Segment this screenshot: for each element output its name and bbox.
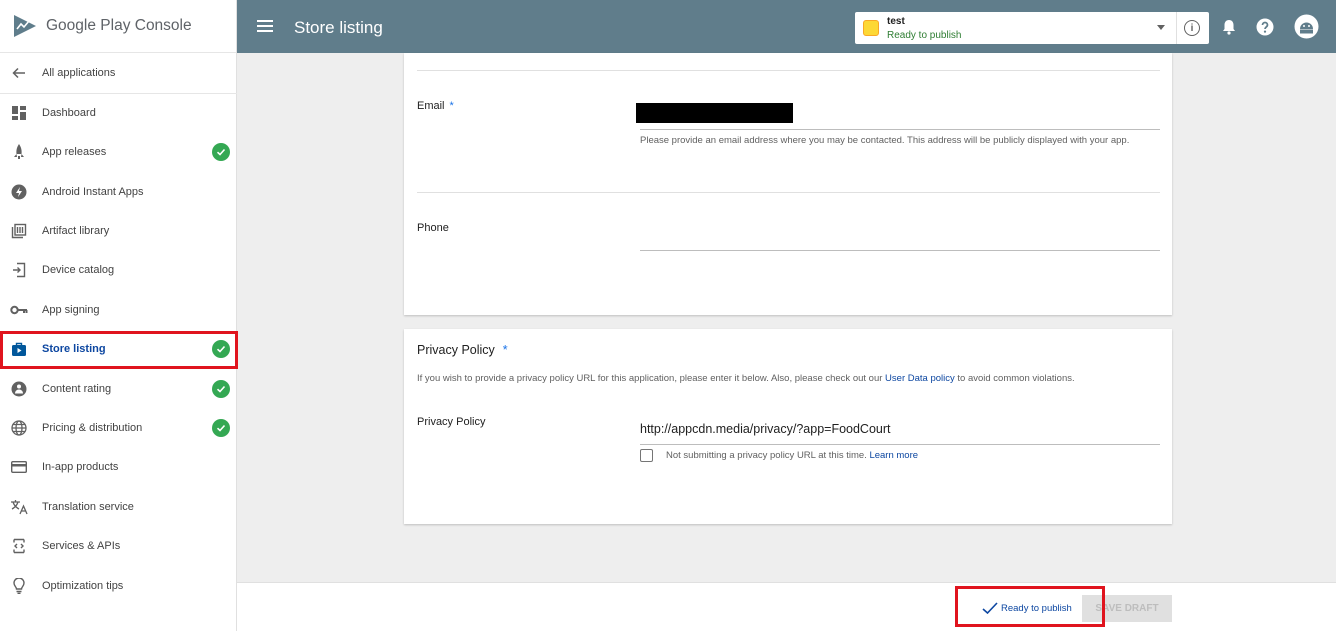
checkbox-label-text: Not submitting a privacy policy URL at t… (666, 450, 867, 461)
device-icon (10, 261, 28, 279)
privacy-description-text: If you wish to provide a privacy policy … (417, 373, 886, 384)
brand-header[interactable]: Google Play Console (0, 0, 236, 53)
app-name: test (887, 16, 905, 27)
sidebar-item-label: Android Instant Apps (42, 186, 144, 198)
privacy-policy-field-label: Privacy Policy (417, 416, 486, 428)
email-hint: Please provide an email address where yo… (640, 135, 1130, 146)
email-field-underline (640, 129, 1160, 130)
card-icon (10, 458, 28, 476)
app-thumbnail-icon (863, 20, 879, 36)
sidebar-item-label: Dashboard (42, 107, 96, 119)
privacy-policy-card: Privacy Policy * If you wish to provide a… (404, 329, 1172, 524)
selector-divider (1176, 12, 1177, 44)
sidebar-item-label: Optimization tips (42, 580, 124, 592)
privacy-url-underline (640, 444, 1160, 445)
sidebar-item-in-app-products[interactable]: In-app products (0, 449, 237, 485)
dashboard-icon (10, 104, 28, 122)
sidebar-item-pricing-distribution[interactable]: Pricing & distribution (0, 410, 237, 446)
privacy-policy-title: Privacy Policy * (417, 343, 508, 357)
account-avatar-icon[interactable] (1294, 14, 1319, 39)
translate-icon (10, 498, 28, 516)
bolt-icon (10, 183, 28, 201)
sidebar-item-label: In-app products (42, 461, 119, 473)
page-title: Store listing (294, 18, 383, 37)
sidebar-item-app-releases[interactable]: App releases (0, 134, 237, 170)
content-rating-icon (10, 380, 28, 398)
privacy-description-text-end: to avoid common violations. (954, 373, 1075, 384)
chevron-down-icon[interactable] (1157, 25, 1165, 30)
bulb-icon (10, 577, 28, 595)
required-asterisk: * (502, 343, 508, 357)
sidebar-item-label: App releases (42, 146, 107, 158)
sidebar-item-artifact-library[interactable]: Artifact library (0, 213, 237, 249)
sidebar-item-store-listing[interactable]: Store listing (0, 331, 237, 367)
play-console-logo-icon (14, 15, 36, 37)
sidebar: Google Play Console All applications Das… (0, 0, 238, 631)
email-input-redacted[interactable] (636, 103, 793, 123)
sidebar-item-label: Artifact library (42, 225, 110, 237)
sidebar-item-label: Device catalog (42, 264, 115, 276)
bell-icon[interactable] (1222, 19, 1236, 35)
email-label-text: Email (417, 100, 445, 112)
check-circle-icon (212, 380, 230, 398)
all-applications-link[interactable]: All applications (0, 55, 237, 91)
sidebar-item-label: Store listing (42, 343, 106, 355)
info-icon[interactable]: i (1184, 20, 1200, 36)
sidebar-divider (0, 93, 237, 94)
sidebar-item-optimization-tips[interactable]: Optimization tips (0, 568, 237, 604)
footer-bar: Ready to publish SAVE DRAFT (237, 582, 1336, 631)
globe-icon (10, 419, 28, 437)
sidebar-item-services-apis[interactable]: Services & APIs (0, 528, 237, 564)
no-privacy-url-checkbox[interactable] (640, 449, 653, 462)
check-circle-icon (212, 419, 230, 437)
sidebar-item-app-signing[interactable]: App signing (0, 292, 237, 328)
sidebar-item-dashboard[interactable]: Dashboard (0, 95, 237, 131)
privacy-policy-description: If you wish to provide a privacy policy … (417, 371, 1162, 387)
section-divider (417, 192, 1160, 193)
help-icon[interactable] (1256, 18, 1274, 36)
store-icon (10, 340, 28, 358)
phone-input[interactable] (640, 223, 1160, 249)
sidebar-item-label: Translation service (42, 501, 134, 513)
section-divider (417, 70, 1160, 71)
privacy-policy-url-input[interactable]: http://appcdn.media/privacy/?app=FoodCou… (640, 422, 891, 436)
phone-label: Phone (417, 222, 449, 234)
rocket-icon (10, 143, 28, 161)
user-data-policy-link[interactable]: User Data policy (885, 373, 955, 384)
app-status: Ready to publish (887, 30, 962, 41)
brand-name: Google Play Console (46, 17, 192, 34)
email-label: Email * (417, 100, 454, 112)
sidebar-item-label: Pricing & distribution (42, 422, 143, 434)
sidebar-item-android-instant-apps[interactable]: Android Instant Apps (0, 174, 237, 210)
sidebar-item-content-rating[interactable]: Content rating (0, 371, 237, 407)
app-selector[interactable]: test Ready to publish i (855, 12, 1209, 44)
privacy-policy-title-text: Privacy Policy (417, 343, 495, 357)
learn-more-link[interactable]: Learn more (869, 450, 918, 461)
required-asterisk: * (449, 100, 454, 112)
check-circle-icon (212, 340, 230, 358)
sidebar-item-device-catalog[interactable]: Device catalog (0, 252, 237, 288)
check-circle-icon (212, 143, 230, 161)
sidebar-item-label: App signing (42, 304, 100, 316)
sidebar-item-translation-service[interactable]: Translation service (0, 489, 237, 525)
api-icon (10, 537, 28, 555)
annotation-highlight-box (955, 586, 1105, 627)
library-icon (10, 222, 28, 240)
sidebar-item-label: Services & APIs (42, 540, 121, 552)
no-privacy-url-label: Not submitting a privacy policy URL at t… (666, 448, 918, 464)
menu-icon[interactable] (257, 20, 273, 32)
contact-details-card: Email * Please provide an email address w… (404, 53, 1172, 315)
key-icon (10, 301, 28, 319)
all-applications-label: All applications (42, 67, 116, 79)
top-app-bar: Store listing test Ready to publish i (237, 0, 1336, 53)
phone-field-underline (640, 250, 1160, 251)
arrow-back-icon (10, 64, 28, 82)
sidebar-item-label: Content rating (42, 383, 112, 395)
